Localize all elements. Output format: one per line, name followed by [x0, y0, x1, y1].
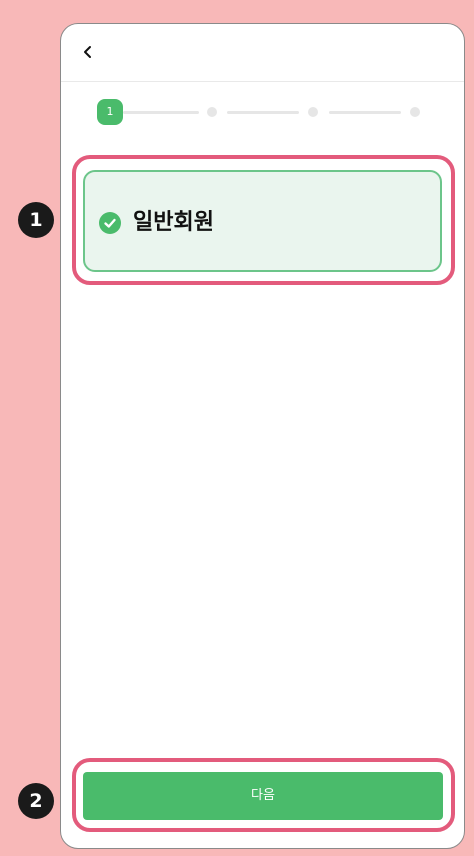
- step-dot: [308, 107, 318, 117]
- phone-screen: 1 일반회원 다음: [60, 23, 465, 849]
- highlight-frame-2: [72, 758, 455, 832]
- step-current-badge: 1: [97, 99, 123, 125]
- annotation-badge-1: 1: [18, 202, 54, 238]
- step-connector: [227, 111, 299, 114]
- highlight-frame-1: [72, 155, 455, 285]
- step-dot: [410, 107, 420, 117]
- annotation-badge-2: 2: [18, 783, 54, 819]
- step-dot: [207, 107, 217, 117]
- progress-stepper: 1: [61, 24, 464, 144]
- step-connector: [123, 111, 199, 114]
- step-connector: [329, 111, 401, 114]
